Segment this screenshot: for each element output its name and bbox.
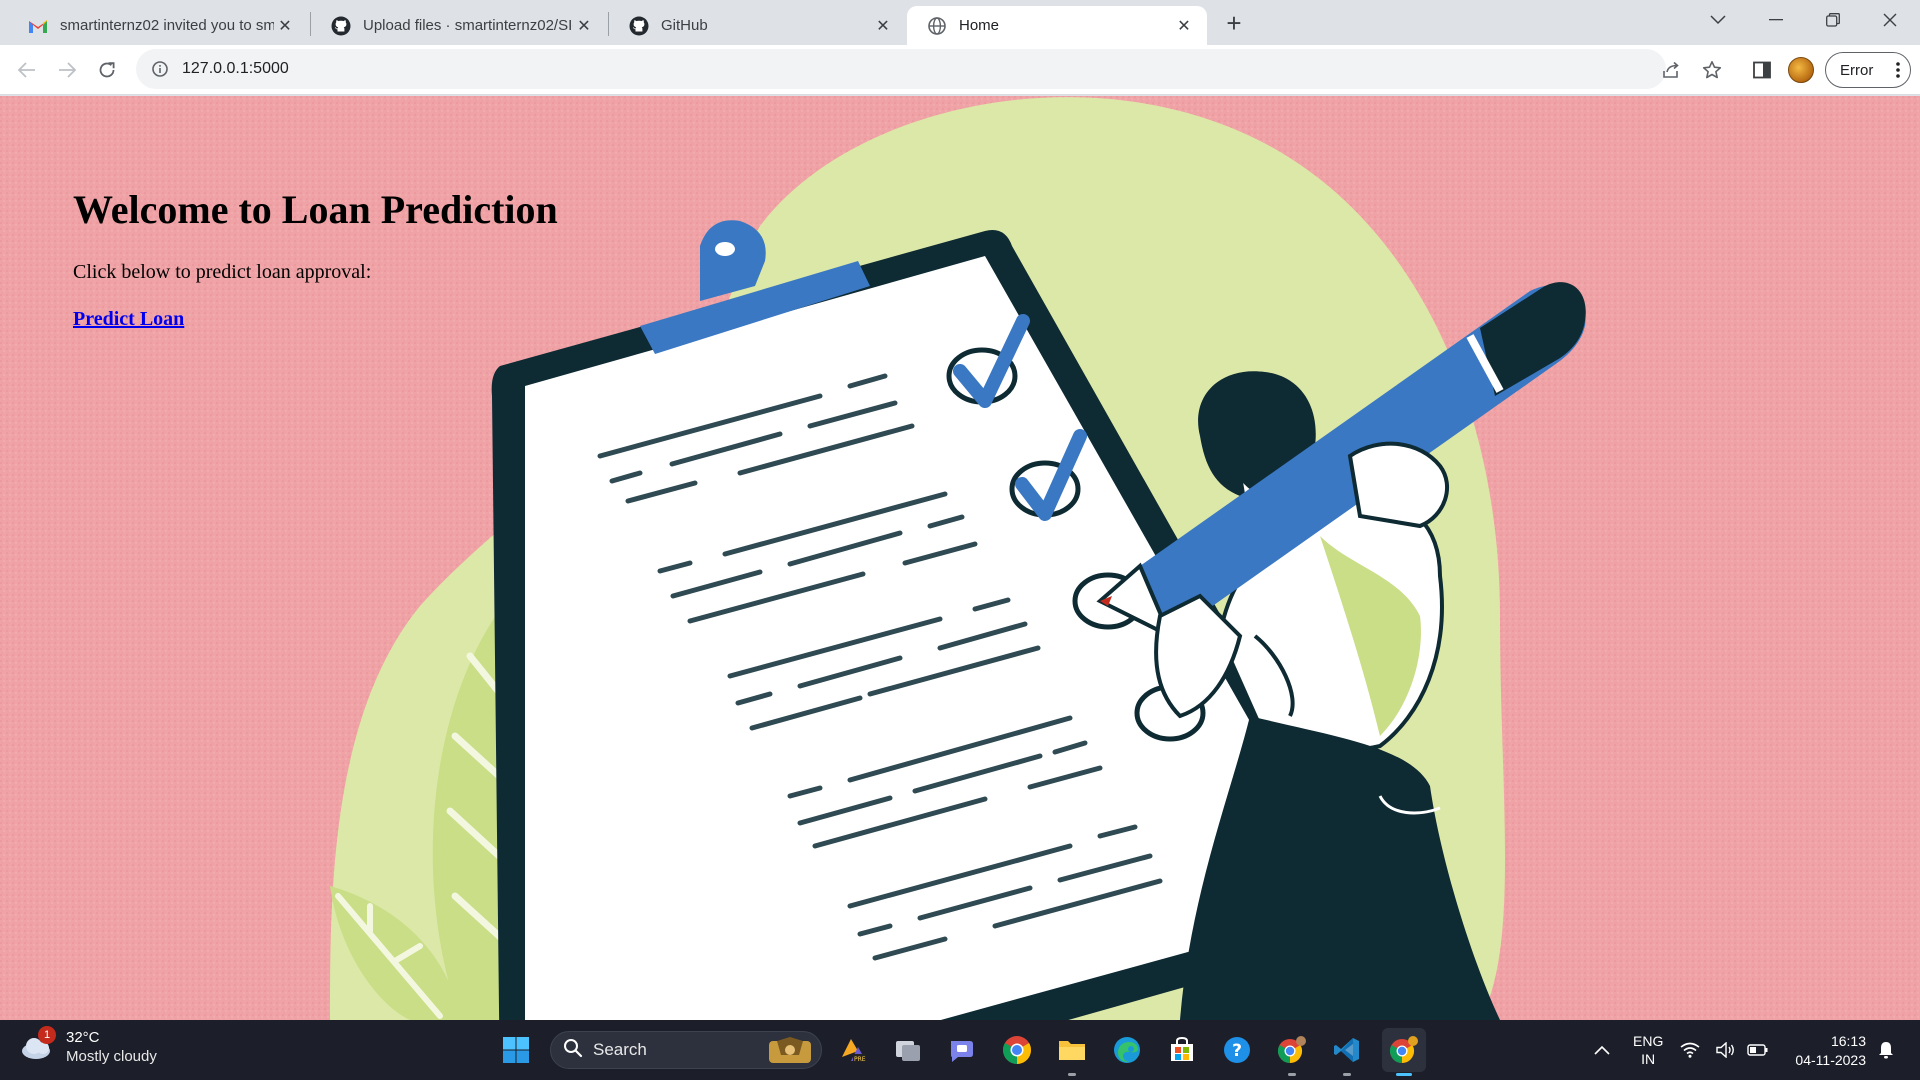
chevron-up-icon[interactable] <box>1582 1030 1622 1070</box>
weather-widget[interactable]: 1 32°C Mostly cloudy <box>20 1026 157 1066</box>
address-bar[interactable]: 127.0.0.1:5000 <box>136 49 1666 89</box>
search-icon <box>563 1038 583 1063</box>
more-menu-icon[interactable] <box>1896 61 1900 83</box>
tab-title: Home <box>959 17 1000 34</box>
chrome-active-icon[interactable] <box>1382 1028 1426 1072</box>
tab-title: Upload files · smartinternz02/SI- <box>363 17 573 34</box>
restore-button[interactable] <box>1805 0 1861 40</box>
tab-title: smartinternz02 invited you to sm <box>60 17 274 34</box>
new-tab-button[interactable]: + <box>1219 8 1249 38</box>
chrome-profile-icon[interactable] <box>1272 1030 1312 1070</box>
cloudy-weather-icon: 1 <box>20 1026 56 1062</box>
clock-time: 16:13 <box>1830 1033 1866 1049</box>
wifi-icon[interactable] <box>1678 1030 1702 1070</box>
task-view-icon[interactable] <box>888 1030 928 1070</box>
system-clock[interactable]: 16:13 04-11-2023 <box>1786 1032 1866 1070</box>
side-panel-icon[interactable] <box>1746 54 1778 86</box>
close-icon[interactable]: ✕ <box>1173 15 1195 37</box>
battery-icon[interactable] <box>1746 1030 1770 1070</box>
page-content: Welcome to Loan Prediction Click below t… <box>73 186 558 331</box>
share-icon[interactable] <box>1656 54 1688 86</box>
search-highlight-icon <box>767 1037 813 1070</box>
running-indicator <box>1343 1073 1351 1076</box>
back-button[interactable] <box>11 54 43 86</box>
close-icon[interactable]: ✕ <box>573 15 595 37</box>
search-label: Search <box>593 1040 647 1059</box>
tab-gmail[interactable]: smartinternz02 invited you to sm ✕ <box>8 6 308 45</box>
weather-temperature: 32°C <box>66 1029 100 1046</box>
globe-icon <box>927 16 947 36</box>
help-icon[interactable]: ? <box>1217 1030 1257 1070</box>
running-indicator <box>1068 1073 1076 1076</box>
edge-icon[interactable] <box>1107 1030 1147 1070</box>
volume-icon[interactable] <box>1714 1030 1738 1070</box>
tab-search-button[interactable] <box>1690 0 1746 40</box>
tab-upload-files[interactable]: Upload files · smartinternz02/SI- ✕ <box>311 6 607 45</box>
github-icon <box>629 16 649 36</box>
windows-start-icon[interactable] <box>496 1030 536 1070</box>
browser-toolbar: 127.0.0.1:5000 Error <box>0 45 1920 95</box>
profile-error-button[interactable]: Error <box>1825 52 1911 88</box>
profile-avatar[interactable] <box>1788 57 1814 83</box>
weather-badge: 1 <box>38 1026 56 1044</box>
bookmark-star-icon[interactable] <box>1696 54 1728 86</box>
github-icon <box>331 16 351 36</box>
site-info-icon[interactable] <box>150 59 170 79</box>
taskbar-search[interactable]: Search <box>550 1031 822 1069</box>
chrome-icon[interactable] <box>997 1030 1037 1070</box>
gmail-icon <box>28 16 48 36</box>
vscode-icon[interactable] <box>1327 1030 1367 1070</box>
reload-button[interactable] <box>91 54 123 86</box>
predict-loan-link[interactable]: Predict Loan <box>73 308 184 330</box>
page-instruction: Click below to predict loan approval: <box>73 261 372 283</box>
clock-date: 04-11-2023 <box>1795 1052 1866 1068</box>
minimize-button[interactable] <box>1748 0 1804 40</box>
close-icon[interactable]: ✕ <box>872 15 894 37</box>
forward-button[interactable] <box>51 54 83 86</box>
teams-chat-icon[interactable] <box>942 1030 982 1070</box>
file-explorer-icon[interactable] <box>1052 1030 1092 1070</box>
page-title: Welcome to Loan Prediction <box>73 187 558 232</box>
language-code: ENG <box>1633 1033 1664 1049</box>
web-page: Welcome to Loan Prediction Click below t… <box>0 96 1920 1020</box>
close-window-button[interactable] <box>1862 0 1918 40</box>
language-indicator[interactable]: ENG IN <box>1633 1032 1663 1068</box>
windows-taskbar: 1 32°C Mostly cloudy Search PRE ? ENG IN… <box>0 1020 1920 1080</box>
profile-error-label: Error <box>1840 61 1874 79</box>
region-code: IN <box>1641 1051 1656 1067</box>
notification-bell-icon[interactable] <box>1872 1030 1900 1070</box>
close-icon[interactable]: ✕ <box>274 15 296 37</box>
running-indicator <box>1288 1073 1296 1076</box>
teams-preview-icon[interactable]: PRE <box>833 1030 873 1070</box>
tab-github[interactable]: GitHub ✕ <box>609 6 906 45</box>
tab-strip: smartinternz02 invited you to sm ✕ Uploa… <box>0 0 1920 45</box>
running-indicator <box>1396 1073 1412 1076</box>
svg-text:PRE: PRE <box>854 1056 866 1063</box>
svg-text:?: ? <box>1232 1041 1242 1061</box>
url-text: 127.0.0.1:5000 <box>182 60 289 77</box>
microsoft-store-icon[interactable] <box>1162 1030 1202 1070</box>
weather-condition: Mostly cloudy <box>66 1048 157 1065</box>
tab-title: GitHub <box>661 17 708 34</box>
tab-home[interactable]: Home ✕ <box>907 6 1207 45</box>
